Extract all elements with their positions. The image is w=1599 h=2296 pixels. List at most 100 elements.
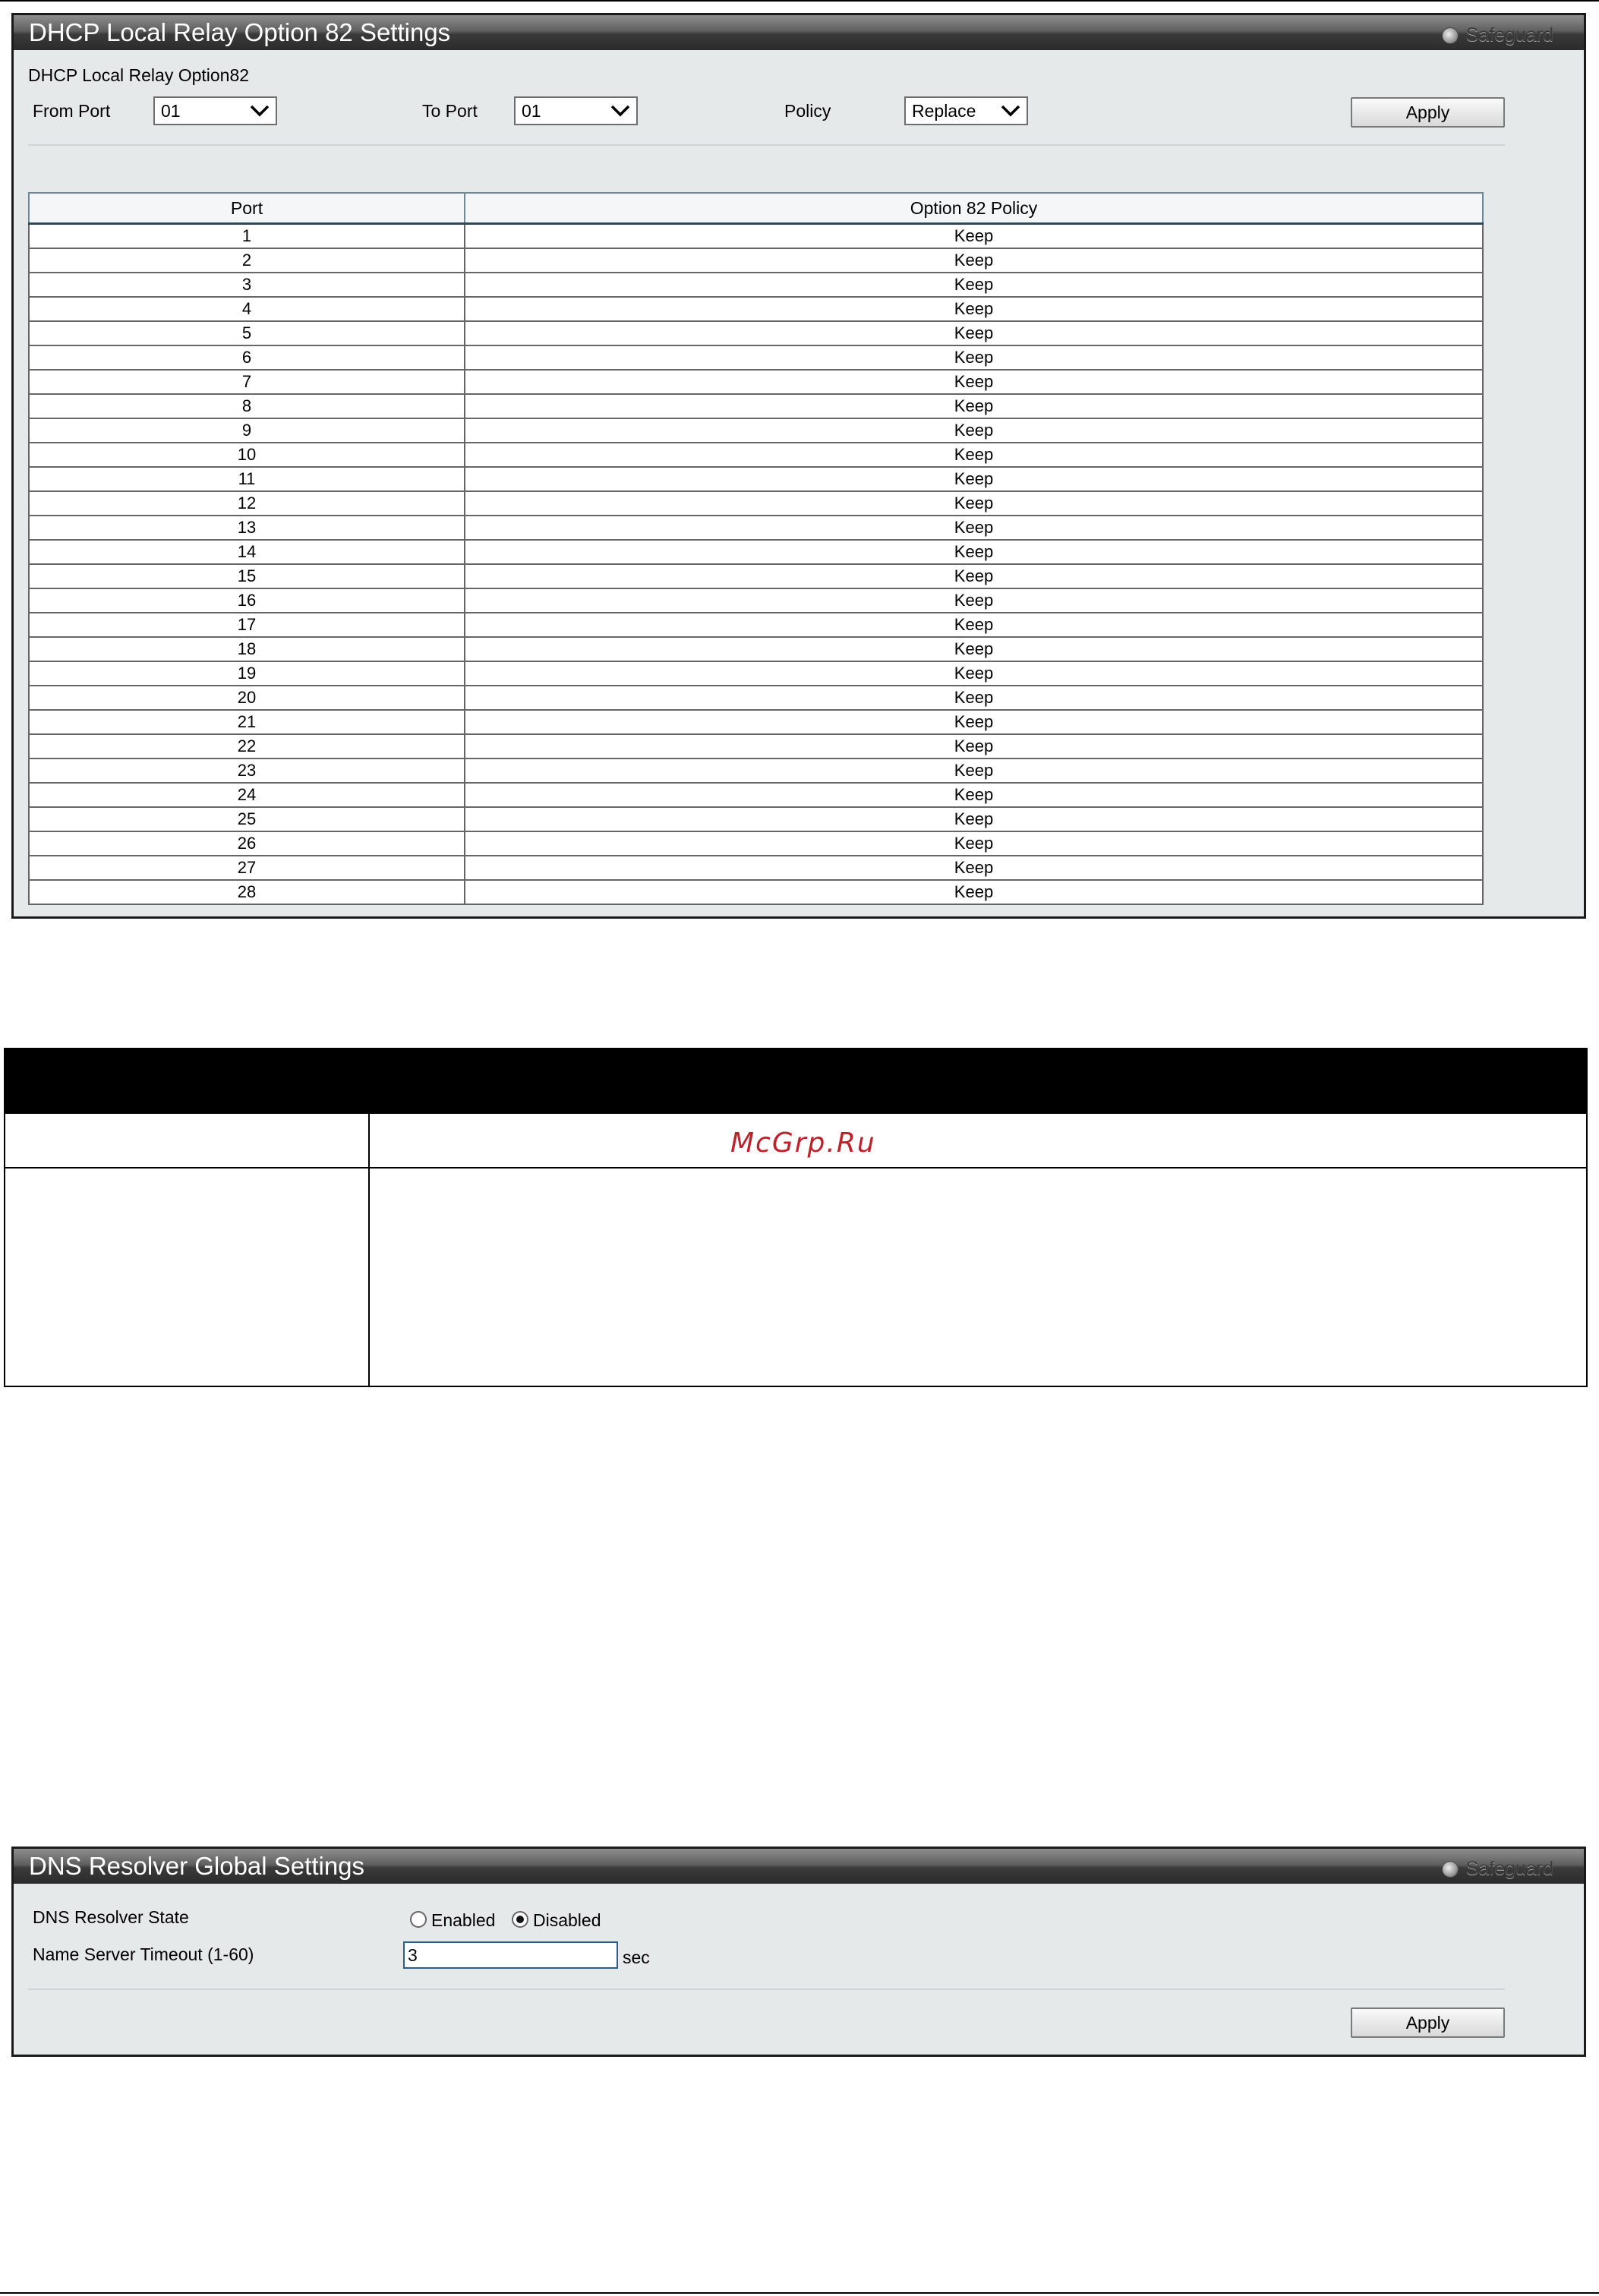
policy-cell: Keep xyxy=(464,734,1484,759)
table-row: 4 Keep xyxy=(28,297,1484,322)
port-cell: 28 xyxy=(28,880,465,905)
timeout-unit: sec xyxy=(623,1948,650,1967)
divider xyxy=(28,144,1505,146)
policy-cell: Keep xyxy=(464,345,1484,371)
safeguard-icon xyxy=(1441,1860,1459,1878)
table-row: 8 Keep xyxy=(28,394,1484,419)
policy-cell: Keep xyxy=(464,418,1484,443)
panel-header: DHCP Local Relay Option 82 Settings Safe… xyxy=(14,15,1584,50)
port-column-header: Port xyxy=(28,192,465,225)
safeguard-icon xyxy=(1441,27,1459,44)
policy-column-header: Option 82 Policy xyxy=(464,192,1484,225)
table-row: 19 Keep xyxy=(28,661,1484,686)
dns-resolver-settings-panel: DNS Resolver Global Settings Safeguard D… xyxy=(11,1847,1586,2057)
apply-button[interactable]: Apply xyxy=(1351,2007,1505,2038)
port-cell: 7 xyxy=(28,370,465,395)
port-cell: 22 xyxy=(28,734,465,759)
table-row: 24 Keep xyxy=(28,783,1484,808)
policy-cell: Keep xyxy=(464,807,1484,832)
table-row: 2 Keep xyxy=(28,248,1484,273)
timeout-input[interactable]: 3 xyxy=(403,1941,618,1969)
port-cell: 3 xyxy=(28,273,465,298)
policy-cell: Keep xyxy=(464,783,1484,808)
to-port-value: 01 xyxy=(522,101,541,121)
option82-port-table: Port Option 82 Policy 1 Keep 2 Keep 3 Keep … xyxy=(28,192,1484,905)
policy-cell: Keep xyxy=(464,856,1484,881)
safeguard-indicator[interactable]: Safeguard xyxy=(1441,1858,1553,1880)
table-row: 1 Keep xyxy=(28,223,1484,249)
policy-cell: Keep xyxy=(464,223,1484,249)
timeout-value: 3 xyxy=(408,1945,418,1965)
table-row: 26 Keep xyxy=(28,831,1484,856)
enabled-radio[interactable] xyxy=(410,1911,427,1928)
policy-cell: Keep xyxy=(464,467,1484,492)
safeguard-label: Safeguard xyxy=(1465,24,1553,46)
option82-settings-panel: DHCP Local Relay Option 82 Settings Safe… xyxy=(11,13,1586,919)
table-row: 25 Keep xyxy=(28,807,1484,832)
table-row: 27 Keep xyxy=(28,856,1484,881)
port-cell: 13 xyxy=(28,516,465,541)
table-row: 28 Keep xyxy=(28,880,1484,905)
table-row: 15 Keep xyxy=(28,564,1484,589)
column-divider xyxy=(368,1114,370,1386)
chevron-down-icon xyxy=(610,105,630,117)
table-row: 18 Keep xyxy=(28,637,1484,662)
policy-cell: Keep xyxy=(464,758,1484,784)
policy-select[interactable]: Replace xyxy=(904,96,1028,125)
to-port-label: To Port xyxy=(422,101,478,121)
policy-cell: Keep xyxy=(464,588,1484,613)
panel-title: DHCP Local Relay Option 82 Settings xyxy=(29,18,451,46)
policy-cell: Keep xyxy=(464,491,1484,516)
table-row: 12 Keep xyxy=(28,491,1484,516)
table-header-row: Port Option 82 Policy xyxy=(28,192,1484,225)
policy-cell: Keep xyxy=(464,831,1484,856)
port-cell: 6 xyxy=(28,345,465,371)
port-cell: 27 xyxy=(28,856,465,881)
to-port-select[interactable]: 01 xyxy=(514,96,638,125)
chevron-down-icon xyxy=(1001,105,1020,117)
port-cell: 2 xyxy=(28,248,465,273)
policy-cell: Keep xyxy=(464,661,1484,686)
table-row: 23 Keep xyxy=(28,758,1484,784)
policy-cell: Keep xyxy=(464,637,1484,662)
table-row: 20 Keep xyxy=(28,686,1484,711)
panel-title: DNS Resolver Global Settings xyxy=(29,1852,365,1880)
policy-cell: Keep xyxy=(464,516,1484,541)
panel-header: DNS Resolver Global Settings Safeguard xyxy=(14,1849,1584,1884)
page-bottom-rule xyxy=(0,2292,1599,2294)
from-port-select[interactable]: 01 xyxy=(153,96,277,125)
safeguard-indicator[interactable]: Safeguard xyxy=(1441,24,1553,46)
parameter-table-header xyxy=(5,1049,1586,1114)
port-cell: 12 xyxy=(28,491,465,516)
port-cell: 15 xyxy=(28,564,465,589)
parameter-description-table: McGrp.Ru xyxy=(4,1048,1588,1387)
section-label: DHCP Local Relay Option82 xyxy=(28,65,250,85)
apply-button[interactable]: Apply xyxy=(1351,97,1505,128)
port-cell: 5 xyxy=(28,321,465,346)
port-cell: 14 xyxy=(28,540,465,565)
chevron-down-icon xyxy=(250,105,270,117)
port-cell: 19 xyxy=(28,661,465,686)
port-cell: 18 xyxy=(28,637,465,662)
table-row: 5 Keep xyxy=(28,321,1484,346)
enabled-label: Enabled xyxy=(431,1910,496,1930)
policy-cell: Keep xyxy=(464,540,1484,565)
from-port-value: 01 xyxy=(161,101,181,121)
port-cell: 25 xyxy=(28,807,465,832)
policy-value: Replace xyxy=(912,101,976,121)
timeout-label: Name Server Timeout (1-60) xyxy=(33,1944,254,1964)
disabled-radio[interactable] xyxy=(512,1911,528,1928)
port-cell: 23 xyxy=(28,758,465,784)
policy-cell: Keep xyxy=(464,248,1484,273)
policy-cell: Keep xyxy=(464,613,1484,638)
policy-label: Policy xyxy=(784,101,831,121)
port-cell: 17 xyxy=(28,613,465,638)
port-cell: 11 xyxy=(28,467,465,492)
table-row: 22 Keep xyxy=(28,734,1484,759)
disabled-label: Disabled xyxy=(533,1910,601,1930)
table-row: 6 Keep xyxy=(28,345,1484,371)
dns-state-label: DNS Resolver State xyxy=(33,1907,189,1927)
port-cell: 24 xyxy=(28,783,465,808)
policy-cell: Keep xyxy=(464,564,1484,589)
policy-cell: Keep xyxy=(464,273,1484,298)
